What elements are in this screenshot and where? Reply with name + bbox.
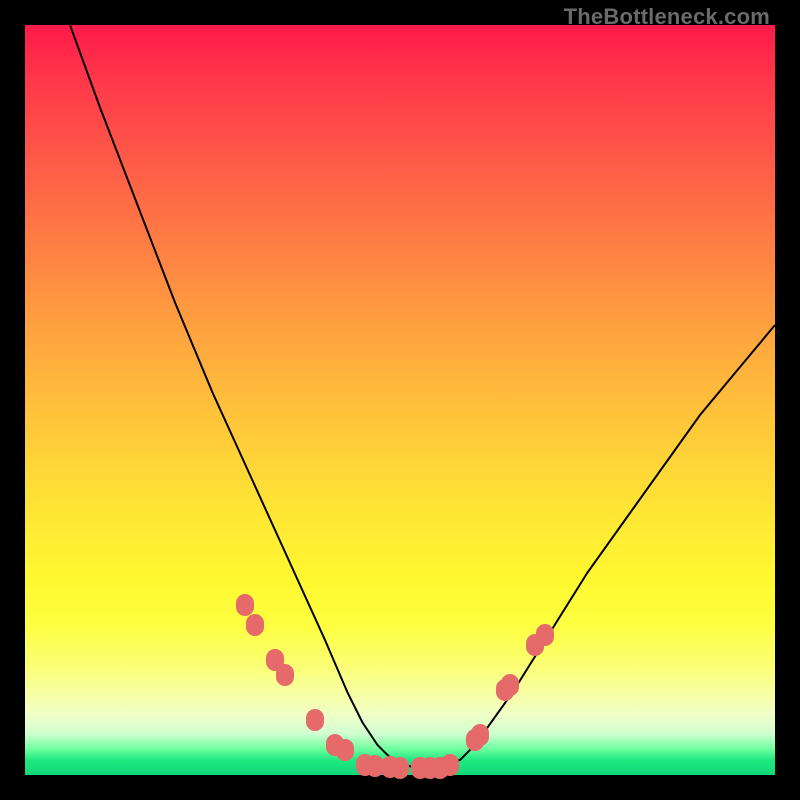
marker-point — [536, 624, 554, 646]
marker-point — [336, 739, 354, 761]
plot-area — [25, 25, 775, 775]
bottleneck-curve — [25, 25, 775, 775]
marker-point — [306, 709, 324, 731]
marker-point — [276, 664, 294, 686]
marker-point — [236, 594, 254, 616]
watermark-text: TheBottleneck.com — [564, 4, 770, 30]
marker-point — [471, 724, 489, 746]
marker-point — [391, 757, 409, 779]
marker-point — [246, 614, 264, 636]
marker-point — [501, 674, 519, 696]
marker-point — [441, 754, 459, 776]
